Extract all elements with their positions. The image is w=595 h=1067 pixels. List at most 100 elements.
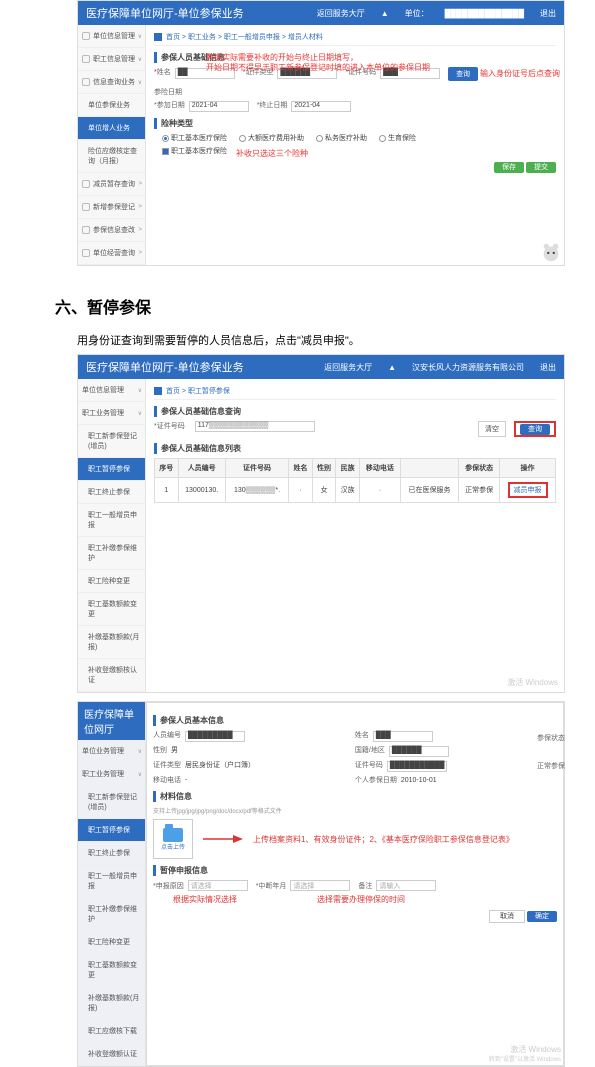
sb3-1[interactable]: 职工业务管理∨ xyxy=(78,763,145,786)
user-blur: ██████████████ xyxy=(445,9,524,18)
user-icon-2: ▲ xyxy=(388,363,396,372)
name-3: ███ xyxy=(373,731,433,742)
sb3-4[interactable]: 职工终止参保 xyxy=(78,842,145,865)
note-upload: 上传档案资料1、有效身份证件；2、《基本医疗保险职工参保信息登记表》 xyxy=(253,834,514,845)
sec-instype: 险种类型 xyxy=(154,118,556,129)
home-icon[interactable] xyxy=(154,33,162,41)
back-link-2[interactable]: 返回服务大厅 xyxy=(324,362,372,373)
radio-priv[interactable]: 私务医疗补助 xyxy=(316,133,367,143)
table-row: 113000130.130▒▒▒▒▒▒*. ·女汉族 ·已在医保服务正常参保 减… xyxy=(155,478,556,503)
sb-unit-ins[interactable]: 单位参保业务 xyxy=(78,94,145,117)
logout-2[interactable]: 退出 xyxy=(540,362,556,373)
sec-basic-3: 参保人员基本信息 xyxy=(153,715,557,726)
cancel-btn-3[interactable]: 取消 xyxy=(489,910,525,923)
sec-upload-3: 材料信息 xyxy=(153,791,557,802)
sb2-0[interactable]: 单位信息管理∨ xyxy=(78,379,145,402)
upload-hint: 支持上传jpg/jpg/jpg/png/doc/docx/pdf等格式文件 xyxy=(153,806,557,815)
sb2-2[interactable]: 职工新参保登记(增员) xyxy=(78,425,145,458)
sidebar: 单位信息管理∨ 职工信息管理∨ 信息查询业务∨ 单位参保业务 单位增人业务 险位… xyxy=(78,25,146,265)
end-date[interactable]: 2021-04 xyxy=(291,101,351,112)
radio-birth[interactable]: 生育保险 xyxy=(379,133,416,143)
save-btn[interactable]: 保存 xyxy=(494,162,524,173)
stop-select[interactable]: 请选择 xyxy=(290,880,350,891)
sb2-7[interactable]: 职工险种变更 xyxy=(78,570,145,593)
clear-btn-2[interactable]: 清空 xyxy=(478,421,506,437)
topbar-3: 医疗保障单位网厅 xyxy=(78,702,145,740)
radio-large[interactable]: 大额医疗费用补助 xyxy=(239,133,304,143)
sb-newreg[interactable]: 新增参保登记> xyxy=(78,196,145,219)
sb3-2[interactable]: 职工新参保登记(增员) xyxy=(78,786,145,819)
sidebar-3: 医疗保障单位网厅 单位业务管理∨ 职工业务管理∨ 职工新参保登记(增员) 职工暂… xyxy=(78,702,146,1066)
annot-dates: 数据实际需要补收的开始与终止日期填写， 开始日期不得早于职工新参保登记时填的进入… xyxy=(206,53,430,72)
home-icon-2[interactable] xyxy=(154,387,162,395)
topbar: 医疗保障单位网厅-单位参保业务 返回服务大厅 ▲ 单位： ███████████… xyxy=(78,1,564,25)
radio-group: 职工基本医疗保险 大额医疗费用补助 私务医疗补助 生育保险 xyxy=(162,133,556,143)
sec-list-2: 参保人员基础信息列表 xyxy=(154,443,556,454)
sb3-11[interactable]: 补收登缴额认证 xyxy=(78,1043,145,1066)
sb2-1[interactable]: 职工业务管理∨ xyxy=(78,402,145,425)
check-basic[interactable]: 职工基本医疗保险 xyxy=(162,146,227,156)
sex-3: 男 xyxy=(171,747,178,754)
section-6-desc: 用身份证查询到需要暂停的人员信息后，点击"减员申报"。 xyxy=(77,332,595,348)
start-date[interactable]: 2021-04 xyxy=(189,101,249,112)
sb3-0[interactable]: 单位业务管理∨ xyxy=(78,740,145,763)
sb-emp-info[interactable]: 职工信息管理∨ xyxy=(78,48,145,71)
screenshot-3: 医疗保障单位网厅 单位业务管理∨ 职工业务管理∨ 职工新参保登记(增员) 职工暂… xyxy=(77,701,565,1067)
note-stop: 选择需要办理停保的时间 xyxy=(317,894,405,905)
submit-btn[interactable]: 提交 xyxy=(526,162,556,173)
sb-unit-add[interactable]: 单位增人业务 xyxy=(78,117,145,140)
sb-query[interactable]: 信息查询业务∨ xyxy=(78,71,145,94)
result-table: 序号人员编号证件号码 姓名性别民族 移动电话参保状态操作 113000130.1… xyxy=(154,458,556,503)
sb-unitq[interactable]: 单位经营查询> xyxy=(78,242,145,265)
mascot-icon xyxy=(540,241,562,263)
sb-unit-due[interactable]: 险位应缴核定查询（月报） xyxy=(78,140,145,173)
idno-input-2[interactable]: 117▒▒▒▒▒▒▒▒▒▒▒▒ xyxy=(195,421,315,432)
breadcrumb: 首页 > 职工业务 > 职工一般增员申报 > 增员人材料 xyxy=(154,29,556,46)
sidebar-2: 单位信息管理∨ 职工业务管理∨ 职工新参保登记(增员) 职工暂停参保 职工终止参… xyxy=(78,379,146,692)
nation-3: ██████ xyxy=(389,746,449,757)
sb-insmod[interactable]: 参保信息查改> xyxy=(78,219,145,242)
watermark-3b: 转到"设置"以激活 Windows xyxy=(489,1054,561,1063)
sb3-5[interactable]: 职工一般增员申报 xyxy=(78,865,145,898)
back-link[interactable]: 返回服务大厅 xyxy=(317,8,365,19)
bg-col-val: 正常参保 xyxy=(537,761,565,771)
reason-select[interactable]: 请选择 xyxy=(188,880,248,891)
sb2-5[interactable]: 职工一般增员申报 xyxy=(78,504,145,537)
sb2-6[interactable]: 职工补缴参保维护 xyxy=(78,537,145,570)
sb3-7[interactable]: 职工险种变更 xyxy=(78,931,145,954)
date-3: 2010-10-01 xyxy=(401,777,437,784)
content-1: 首页 > 职工业务 > 职工一般增员申报 > 增员人材料 参保人员基础信息 *姓… xyxy=(146,25,564,265)
confirm-btn-3[interactable]: 确定 xyxy=(527,911,557,922)
phone-3: - xyxy=(185,777,187,784)
sec-query-2: 参保人员基础信息查询 xyxy=(154,406,556,417)
idno-3: ███████████ xyxy=(387,761,448,772)
query-btn[interactable]: 查询 xyxy=(448,67,478,81)
sb3-3[interactable]: 职工暂停参保 xyxy=(78,819,145,842)
user-icon: ▲ xyxy=(381,9,389,18)
remark-input[interactable]: 请输入 xyxy=(376,880,436,891)
sb3-10[interactable]: 职工应缴核下载 xyxy=(78,1020,145,1043)
sb2-9[interactable]: 补缴基数额款(月报) xyxy=(78,626,145,659)
content-2: 首页 > 职工暂停参保 参保人员基础信息查询 *证件号码 117▒▒▒▒▒▒▒▒… xyxy=(146,379,564,692)
section-6-title: 六、暂停参保 xyxy=(55,294,595,318)
sb3-6[interactable]: 职工补缴参保维护 xyxy=(78,898,145,931)
radio-basic[interactable]: 职工基本医疗保险 xyxy=(162,133,227,143)
screenshot-2: 医疗保障单位网厅-单位参保业务 返回服务大厅 ▲ 汉安长风人力资源服务有限公司 … xyxy=(77,354,565,693)
idtype-3: 居民身份证（户口簿） xyxy=(185,762,255,769)
sb2-10[interactable]: 补收登缴额核认证 xyxy=(78,659,145,692)
upload-box[interactable]: 点击上传 xyxy=(153,819,193,859)
reduce-report-link[interactable]: 减员申报 xyxy=(508,482,548,498)
company-2: 汉安长风人力资源服务有限公司 xyxy=(412,362,524,373)
sb3-8[interactable]: 职工基数额款变更 xyxy=(78,954,145,987)
query-btn-2[interactable]: 查询 xyxy=(514,421,556,437)
watermark-2: 激活 Windows xyxy=(507,677,558,688)
sb-unit-info[interactable]: 单位信息管理∨ xyxy=(78,25,145,48)
sb3-9[interactable]: 补缴基数额款(月报) xyxy=(78,987,145,1020)
logout-link[interactable]: 退出 xyxy=(540,8,556,19)
sb-staged[interactable]: 减员暂存查询> xyxy=(78,173,145,196)
folder-icon xyxy=(163,828,183,842)
annot-3types: 补收只选这三个险种 xyxy=(236,149,308,159)
sb2-3[interactable]: 职工暂停参保 xyxy=(78,458,145,481)
sb2-4[interactable]: 职工终止参保 xyxy=(78,481,145,504)
sb2-8[interactable]: 职工基数额款变更 xyxy=(78,593,145,626)
